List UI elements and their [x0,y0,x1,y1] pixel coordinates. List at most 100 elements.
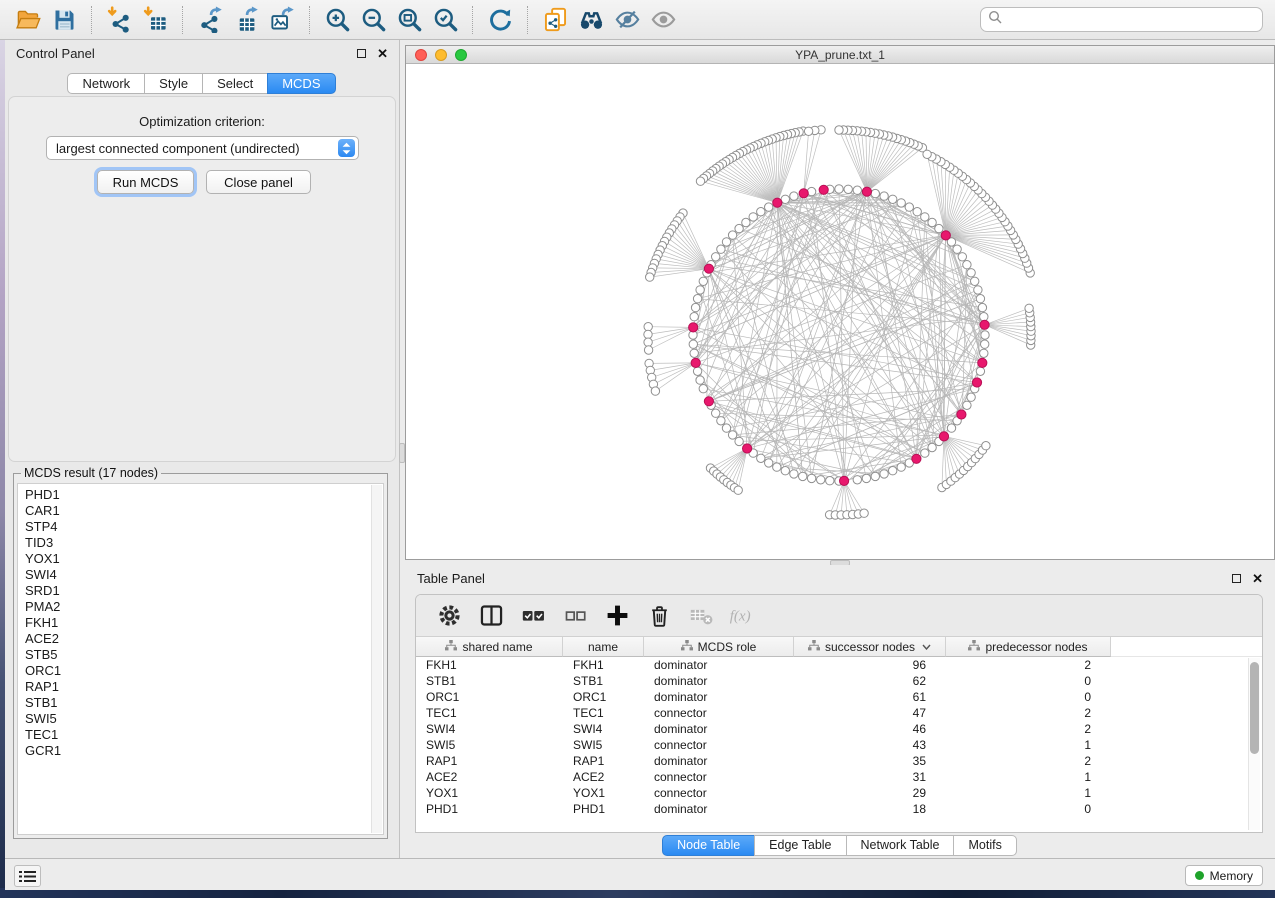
split-panel-icon[interactable] [476,601,506,631]
select-stepper-icon[interactable] [338,139,355,157]
table-cell[interactable]: 1 [946,737,1111,753]
table-cell[interactable]: 61 [794,689,946,705]
table-cell[interactable]: 62 [794,673,946,689]
tab-style[interactable]: Style [144,73,203,94]
table-cell[interactable]: PHD1 [563,801,644,817]
table-cell[interactable]: connector [644,737,794,753]
delete-columns-icon[interactable] [644,601,674,631]
list-item[interactable]: YOX1 [25,551,383,567]
table-row[interactable]: TEC1TEC1connector472 [416,705,1262,721]
deselect-all-rows-icon[interactable] [560,601,590,631]
table-row[interactable]: ACE2ACE2connector311 [416,769,1262,785]
table-row[interactable]: RAP1RAP1dominator352 [416,753,1262,769]
task-history-button[interactable] [14,865,41,887]
list-item[interactable]: PHD1 [25,487,383,503]
open-file-icon[interactable] [10,5,46,35]
table-cell[interactable]: SWI5 [563,737,644,753]
column-header-successor-nodes[interactable]: successor nodes [794,637,946,657]
zoom-selected-icon[interactable] [427,5,463,35]
table-row[interactable]: STB1STB1dominator620 [416,673,1262,689]
table-cell[interactable]: 0 [946,673,1111,689]
table-cell[interactable]: 0 [946,801,1111,817]
table-cell[interactable]: 46 [794,721,946,737]
list-item[interactable]: ACE2 [25,631,383,647]
table-cell[interactable]: FKH1 [563,657,644,673]
table-cell[interactable]: 29 [794,785,946,801]
column-header-name[interactable]: name [563,637,644,657]
memory-button[interactable]: Memory [1185,865,1263,886]
list-item[interactable]: STP4 [25,519,383,535]
table-cell[interactable]: dominator [644,689,794,705]
table-cell[interactable]: 2 [946,705,1111,721]
optimization-criterion-select[interactable]: largest connected component (undirected) [46,136,359,160]
table-cell[interactable]: PHD1 [416,801,563,817]
tab-mcds[interactable]: MCDS [267,73,335,94]
duplicate-network-icon[interactable] [537,5,573,35]
table-cell[interactable]: STB1 [416,673,563,689]
minimize-window-icon[interactable] [435,49,447,61]
hide-selected-icon[interactable] [609,5,645,35]
table-cell[interactable]: SWI4 [563,721,644,737]
table-cell[interactable]: connector [644,705,794,721]
table-cell[interactable]: 0 [946,689,1111,705]
list-item[interactable]: SWI4 [25,567,383,583]
list-item[interactable]: RAP1 [25,679,383,695]
tab-network-table[interactable]: Network Table [846,835,955,856]
table-cell[interactable]: dominator [644,753,794,769]
table-cell[interactable]: connector [644,785,794,801]
table-row[interactable]: FKH1FKH1dominator962 [416,657,1262,673]
table-row[interactable]: YOX1YOX1connector291 [416,785,1262,801]
refresh-icon[interactable] [482,5,518,35]
table-settings-icon[interactable] [434,601,464,631]
import-network-icon[interactable] [101,5,137,35]
table-cell[interactable]: 31 [794,769,946,785]
table-scrollbar[interactable] [1248,658,1260,830]
table-cell[interactable]: ORC1 [563,689,644,705]
export-table-icon[interactable] [228,5,264,35]
table-cell[interactable]: YOX1 [416,785,563,801]
table-cell[interactable]: 35 [794,753,946,769]
list-item[interactable]: PMA2 [25,599,383,615]
column-header-shared-name[interactable]: shared name [416,637,563,657]
table-cell[interactable]: dominator [644,657,794,673]
table-cell[interactable]: SWI5 [416,737,563,753]
list-item[interactable]: ORC1 [25,663,383,679]
table-row[interactable]: SWI5SWI5connector431 [416,737,1262,753]
list-item[interactable]: CAR1 [25,503,383,519]
table-cell[interactable]: dominator [644,721,794,737]
table-cell[interactable]: 1 [946,769,1111,785]
export-network-icon[interactable] [192,5,228,35]
column-header-predecessor-nodes[interactable]: predecessor nodes [946,637,1111,657]
list-item[interactable]: FKH1 [25,615,383,631]
zoom-out-icon[interactable] [355,5,391,35]
table-cell[interactable]: SWI4 [416,721,563,737]
table-cell[interactable]: RAP1 [416,753,563,769]
table-cell[interactable]: STB1 [563,673,644,689]
list-item[interactable]: STB5 [25,647,383,663]
table-cell[interactable]: ACE2 [416,769,563,785]
close-panel-button[interactable]: Close panel [206,170,311,194]
table-cell[interactable]: ACE2 [563,769,644,785]
select-all-rows-icon[interactable] [518,601,548,631]
search-input[interactable] [1007,13,1255,27]
maximize-window-icon[interactable] [455,49,467,61]
list-item[interactable]: SRD1 [25,583,383,599]
float-panel-icon[interactable] [357,49,366,58]
network-canvas[interactable] [406,64,1274,559]
sort-chevron-icon[interactable] [922,644,931,650]
column-header-MCDS-role[interactable]: MCDS role [644,637,794,657]
table-cell[interactable]: ORC1 [416,689,563,705]
table-cell[interactable]: TEC1 [416,705,563,721]
zoom-in-icon[interactable] [319,5,355,35]
search-network-icon[interactable] [573,5,609,35]
table-row[interactable]: SWI4SWI4dominator462 [416,721,1262,737]
tab-motifs[interactable]: Motifs [953,835,1016,856]
table-cell[interactable]: RAP1 [563,753,644,769]
tab-edge-table[interactable]: Edge Table [754,835,846,856]
vertical-splitter-grip[interactable] [399,443,405,463]
table-cell[interactable]: 2 [946,721,1111,737]
table-cell[interactable]: TEC1 [563,705,644,721]
table-cell[interactable]: FKH1 [416,657,563,673]
network-window-titlebar[interactable]: YPA_prune.txt_1 [406,46,1274,64]
mcds-result-list[interactable]: PHD1CAR1STP4TID3YOX1SWI4SRD1PMA2FKH1ACE2… [17,483,384,835]
